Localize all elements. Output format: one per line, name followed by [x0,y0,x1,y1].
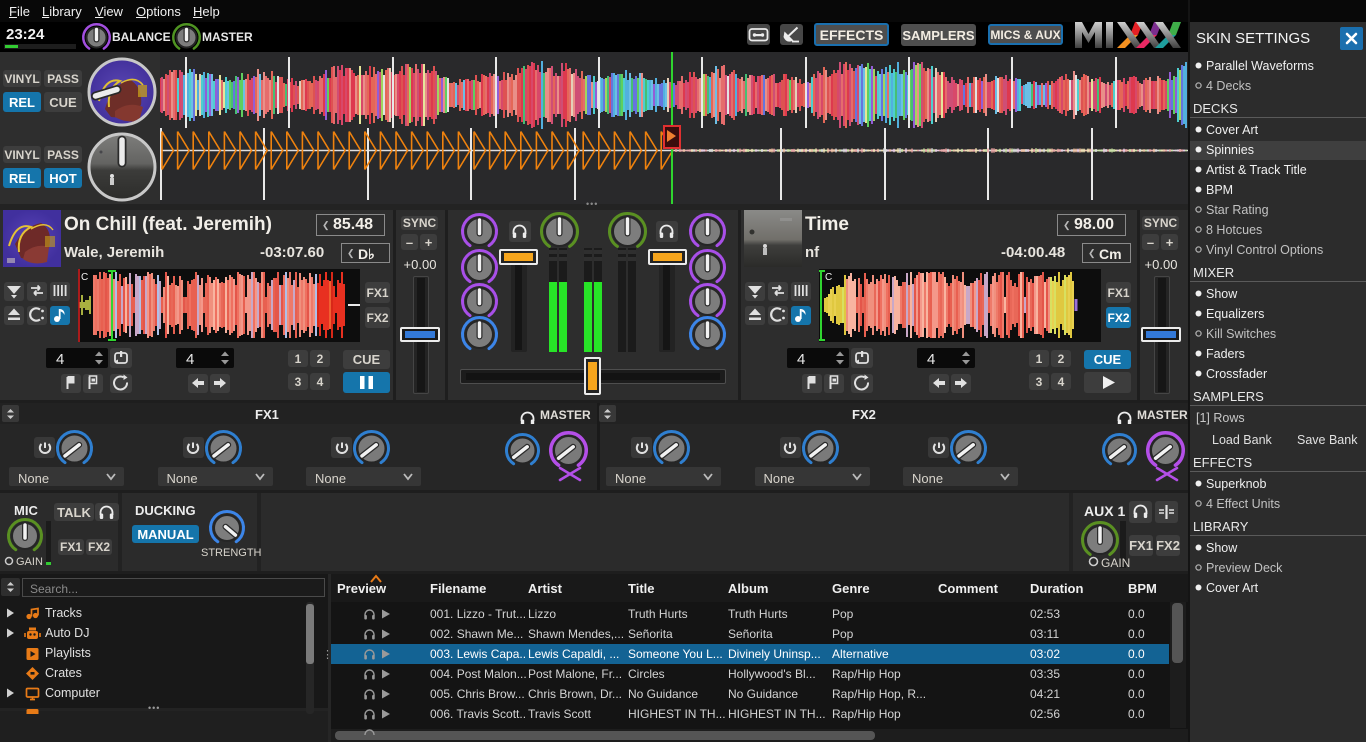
svg-text:C: C [81,272,88,283]
svg-text:C: C [825,272,832,283]
